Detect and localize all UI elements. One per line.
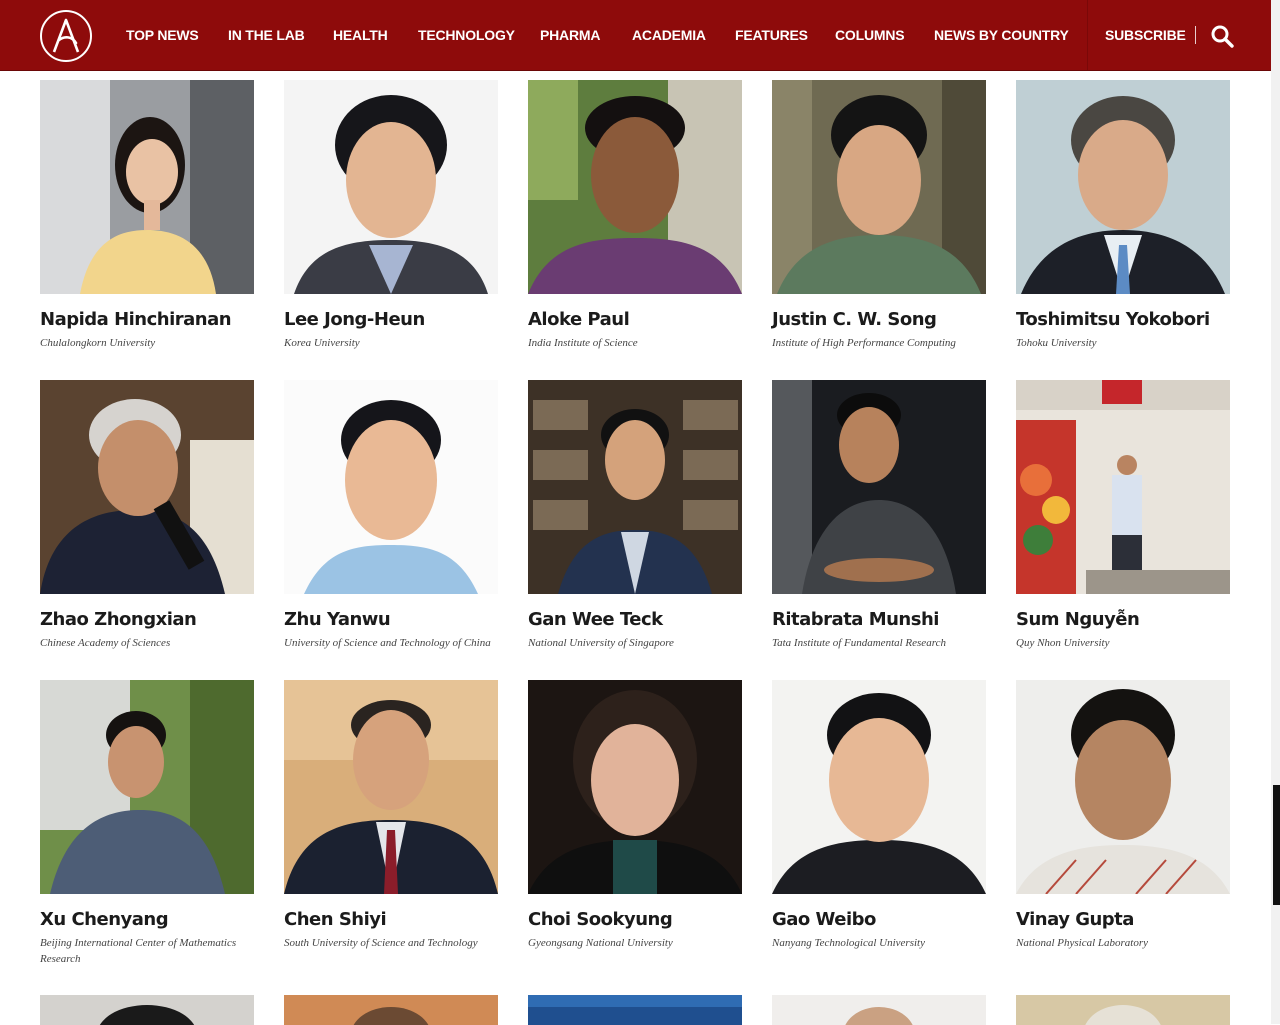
person-name[interactable]: Napida Hinchiranan: [40, 309, 270, 330]
person-photo[interactable]: [528, 380, 742, 594]
person-affiliation: Tata Institute of Fundamental Research: [772, 637, 946, 649]
person-photo[interactable]: [528, 680, 742, 894]
subscribe-link[interactable]: SUBSCRIBE: [1105, 26, 1186, 44]
nav-technology[interactable]: TECHNOLOGY: [418, 26, 515, 44]
person-photo[interactable]: [40, 80, 254, 294]
person-photo[interactable]: [772, 80, 986, 294]
person-photo[interactable]: [40, 380, 254, 594]
person-name[interactable]: Ritabrata Munshi: [772, 609, 1002, 630]
person-affiliation: Tohoku University: [1016, 337, 1097, 349]
person-name[interactable]: Aloke Paul: [528, 309, 758, 330]
nav-news-by-country[interactable]: NEWS BY COUNTRY: [934, 26, 1069, 44]
person-name[interactable]: Xu Chenyang: [40, 909, 270, 930]
person-affiliation: India Institute of Science: [528, 337, 638, 349]
person-affiliation: Quy Nhon University: [1016, 637, 1110, 649]
person-name[interactable]: Toshimitsu Yokobori: [1016, 309, 1246, 330]
nav-health[interactable]: HEALTH: [333, 26, 388, 44]
person-name[interactable]: Choi Sookyung: [528, 909, 758, 930]
person-affiliation: National University of Singapore: [528, 637, 674, 649]
person-affiliation: Gyeongsang National University: [528, 937, 673, 949]
logo-a-icon: [52, 18, 80, 53]
person-photo-partial[interactable]: [1016, 995, 1230, 1025]
person-photo[interactable]: [40, 680, 254, 894]
person-photo-partial[interactable]: [40, 995, 254, 1025]
person-name[interactable]: Justin C. W. Song: [772, 309, 1002, 330]
nav-top-news[interactable]: TOP NEWS: [126, 26, 199, 44]
nav-in-the-lab[interactable]: IN THE LAB: [228, 26, 305, 44]
person-photo[interactable]: [1016, 380, 1230, 594]
subscribe-divider: [1195, 26, 1196, 44]
nav-columns[interactable]: COLUMNS: [835, 26, 905, 44]
person-name[interactable]: Sum Nguyễn: [1016, 609, 1246, 630]
person-affiliation: National Physical Laboratory: [1016, 937, 1148, 949]
person-photo[interactable]: [1016, 80, 1230, 294]
person-affiliation: Beijing International Center of Mathemat…: [40, 937, 237, 965]
person-photo[interactable]: [284, 80, 498, 294]
person-photo-partial[interactable]: [772, 995, 986, 1025]
site-header: TOP NEWS IN THE LAB HEALTH TECHNOLOGY PH…: [0, 0, 1271, 71]
person-name[interactable]: Gan Wee Teck: [528, 609, 758, 630]
person-name[interactable]: Vinay Gupta: [1016, 909, 1246, 930]
person-affiliation: South University of Science and Technolo…: [284, 937, 478, 949]
person-name[interactable]: Gao Weibo: [772, 909, 1002, 930]
person-photo[interactable]: [772, 380, 986, 594]
nav-academia[interactable]: ACADEMIA: [632, 26, 706, 44]
person-name[interactable]: Lee Jong-Heun: [284, 309, 514, 330]
person-name[interactable]: Zhao Zhongxian: [40, 609, 270, 630]
person-name[interactable]: Zhu Yanwu: [284, 609, 514, 630]
nav-features[interactable]: FEATURES: [735, 26, 808, 44]
person-photo[interactable]: [1016, 680, 1230, 894]
site-logo[interactable]: [40, 10, 92, 62]
search-icon[interactable]: [1210, 24, 1234, 48]
page-scrollbar-thumb[interactable]: [1273, 785, 1280, 905]
person-affiliation: Nanyang Technological University: [772, 937, 925, 949]
person-affiliation: University of Science and Technology of …: [284, 637, 491, 649]
person-photo[interactable]: [772, 680, 986, 894]
nav-pharma[interactable]: PHARMA: [540, 26, 600, 44]
person-affiliation: Institute of High Performance Computing: [772, 337, 956, 349]
person-affiliation: Chinese Academy of Sciences: [40, 637, 171, 649]
person-name[interactable]: Chen Shiyi: [284, 909, 514, 930]
nav-divider: [1087, 0, 1088, 70]
person-photo[interactable]: [528, 80, 742, 294]
person-photo-partial[interactable]: [284, 995, 498, 1025]
person-affiliation: Korea University: [284, 337, 360, 349]
person-photo[interactable]: [284, 680, 498, 894]
person-photo[interactable]: [284, 380, 498, 594]
person-affiliation: Chulalongkorn University: [40, 337, 156, 349]
person-photo-partial[interactable]: [528, 995, 742, 1025]
